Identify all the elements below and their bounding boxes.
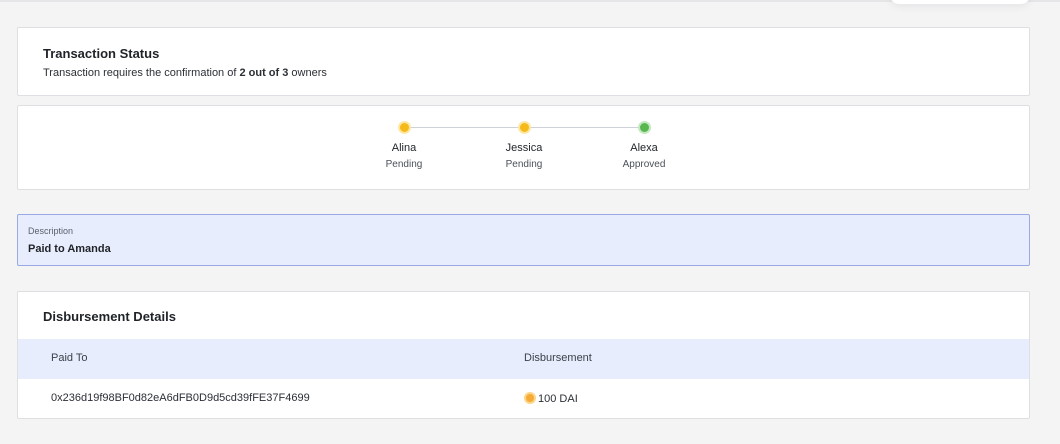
description-label: Description bbox=[28, 226, 74, 236]
transaction-status-title: Transaction Status bbox=[43, 46, 160, 61]
column-header-paid-to: Paid To bbox=[51, 352, 88, 364]
transaction-status-card: Transaction Status Transaction requires … bbox=[17, 27, 1030, 96]
description-box: Description Paid to Amanda bbox=[17, 214, 1030, 266]
disbursement-details-card: Disbursement Details Paid To Disbursemen… bbox=[17, 291, 1030, 419]
disbursement-title: Disbursement Details bbox=[43, 309, 176, 324]
owner-step-alina: Alina Pending bbox=[354, 121, 454, 170]
disbursement-amount-cell: 100 DAI bbox=[524, 392, 578, 405]
pending-status-icon bbox=[397, 121, 411, 134]
owner-status: Approved bbox=[622, 159, 666, 170]
top-dropdown-edge bbox=[890, 0, 1030, 4]
owner-name: Alexa bbox=[630, 142, 658, 154]
subtitle-suffix: owners bbox=[288, 67, 327, 79]
owners-stepper-card: Alina Pending Jessica Pending Alexa Appr… bbox=[17, 105, 1030, 190]
owner-name: Alina bbox=[391, 142, 417, 154]
owner-step-alexa: Alexa Approved bbox=[594, 121, 694, 170]
table-row: 0x236d19f98BF0d82eA6dFB0D9d5cd39fFE37F46… bbox=[18, 379, 1029, 419]
subtitle-prefix: Transaction requires the confirmation of bbox=[43, 67, 240, 79]
confirmation-count: 2 out of 3 bbox=[239, 67, 289, 79]
paid-to-address[interactable]: 0x236d19f98BF0d82eA6dFB0D9d5cd39fFE37F46… bbox=[51, 392, 310, 404]
disbursement-table-header: Paid To Disbursement bbox=[18, 339, 1029, 379]
pending-status-icon bbox=[517, 121, 531, 134]
owner-step-jessica: Jessica Pending bbox=[474, 121, 574, 170]
disbursement-amount: 100 DAI bbox=[538, 393, 578, 405]
transaction-status-subtitle: Transaction requires the confirmation of… bbox=[43, 67, 327, 79]
description-value: Paid to Amanda bbox=[28, 243, 111, 255]
owner-status: Pending bbox=[385, 159, 423, 170]
owner-status: Pending bbox=[505, 159, 543, 170]
owner-name: Jessica bbox=[505, 142, 543, 154]
approved-status-icon bbox=[637, 121, 651, 134]
dai-coin-icon bbox=[524, 392, 536, 404]
column-header-disbursement: Disbursement bbox=[524, 352, 592, 364]
